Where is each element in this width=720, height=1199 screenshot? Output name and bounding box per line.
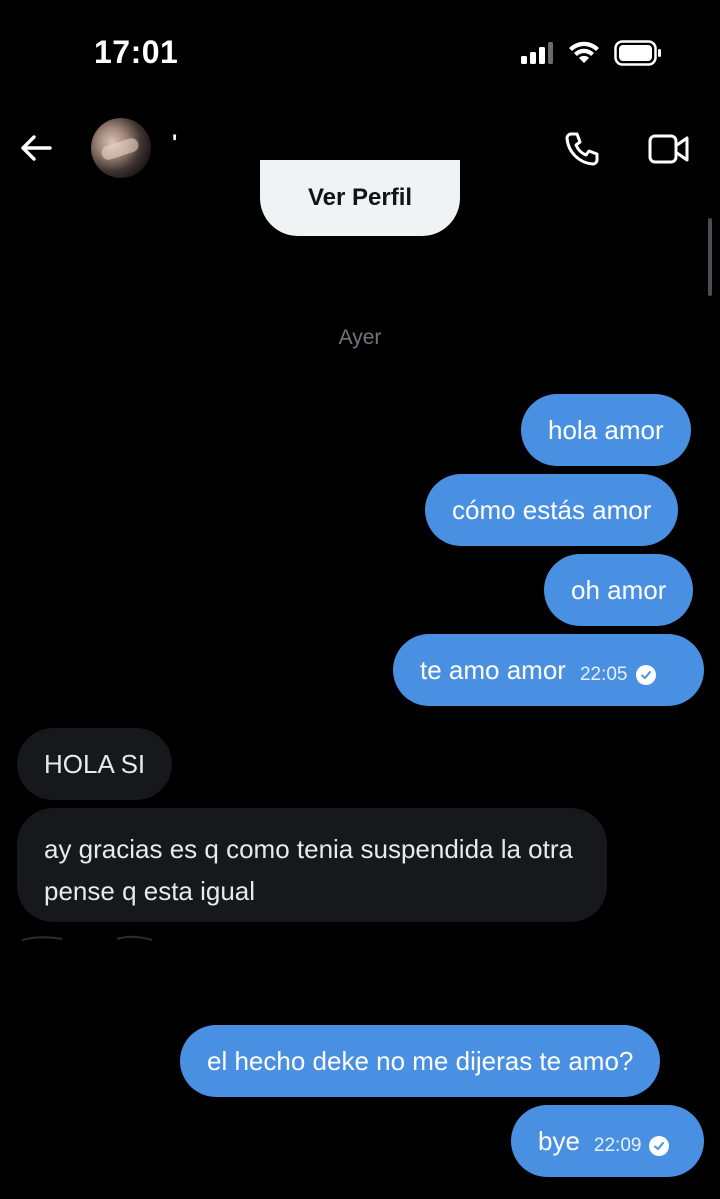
outgoing-message[interactable]: el hecho deke no me dijeras te amo?	[180, 1025, 661, 1097]
outgoing-message[interactable]: oh amor	[544, 554, 694, 626]
battery-icon	[614, 40, 661, 66]
message-time: 22:09	[593, 1135, 642, 1156]
outgoing-message[interactable]: bye 22:09	[511, 1105, 704, 1177]
video-call-icon[interactable]	[648, 132, 690, 166]
incoming-message[interactable]: HOLA SI	[17, 728, 173, 800]
scrollbar[interactable]	[708, 218, 712, 296]
message-text: te amo amor	[420, 654, 566, 685]
message-text: el hecho deke no me dijeras te amo?	[207, 1045, 634, 1076]
read-check-icon	[635, 665, 656, 685]
incoming-message[interactable]: ay gracias es q como tenia suspendida la…	[17, 808, 607, 922]
wifi-icon	[569, 41, 599, 63]
message-text: cómo estás amor	[452, 494, 652, 525]
contact-avatar[interactable]	[91, 118, 151, 178]
message-text: ay gracias es q como tenia suspendida la…	[44, 834, 573, 906]
message-text: bye	[538, 1125, 580, 1156]
clipped-reaction-indicator	[22, 935, 153, 941]
status-bar: 17:01	[0, 0, 720, 100]
status-icons	[520, 40, 662, 66]
message-text: hola amor	[548, 414, 664, 445]
read-check-icon	[649, 1136, 670, 1156]
back-arrow-icon[interactable]	[18, 130, 54, 166]
message-text: HOLA SI	[44, 748, 146, 779]
outgoing-message[interactable]: te amo amor 22:05	[393, 634, 704, 706]
contact-name[interactable]: '	[172, 130, 177, 156]
cellular-signal-icon	[521, 42, 553, 64]
status-time: 17:01	[94, 34, 179, 70]
message-text: oh amor	[571, 574, 667, 605]
message-meta: 22:09	[594, 1135, 670, 1157]
outgoing-message[interactable]: cómo estás amor	[425, 474, 679, 546]
day-separator: Ayer	[338, 326, 382, 349]
message-time: 22:05	[579, 664, 628, 685]
outgoing-message[interactable]: hola amor	[521, 394, 691, 466]
message-meta: 22:05	[580, 664, 656, 686]
phone-call-icon[interactable]	[562, 129, 602, 169]
view-profile-button[interactable]: Ver Perfil	[260, 160, 460, 236]
